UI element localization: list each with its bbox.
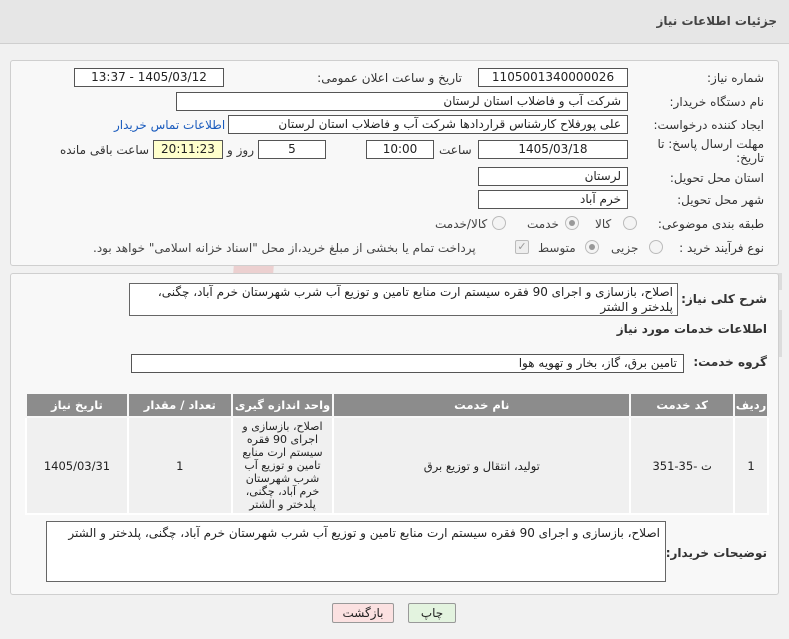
buyer-org-label: نام دستگاه خریدار: <box>669 95 765 109</box>
days-label: روز و <box>227 143 254 157</box>
table-header-row: ردیف کد خدمت نام خدمت واحد اندازه گیری ت… <box>25 392 769 418</box>
col-header-date: تاریخ نیاز <box>25 392 129 418</box>
category-radio-goods-service[interactable] <box>492 216 506 230</box>
cell-date: 1405/03/31 <box>25 416 129 515</box>
process-radio-minor[interactable] <box>649 240 663 254</box>
col-header-row-num: ردیف <box>733 392 769 418</box>
announce-datetime-field: 1405/03/12 - 13:37 <box>74 68 224 87</box>
cell-name: تولید، انتقال و توزیع برق <box>332 416 632 515</box>
city-field: خرم آباد <box>478 190 628 209</box>
cell-qty: 1 <box>126 416 233 515</box>
category-option-goods-service: کالا/خدمت <box>435 217 488 231</box>
col-header-unit: واحد اندازه گیری <box>230 392 335 418</box>
process-type-label: نوع فرآیند خرید : <box>679 241 764 255</box>
city-label: شهر محل تحویل: <box>677 193 764 207</box>
cell-code: ت -35-351 <box>629 416 736 515</box>
summary-textarea[interactable]: اصلاح، بازسازی و اجرای 90 فقره سیستم ارت… <box>129 283 678 316</box>
category-label: طبقه بندی موضوعی: <box>657 217 764 231</box>
process-option-minor: جزیی <box>611 241 639 255</box>
services-table-container: ردیف کد خدمت نام خدمت واحد اندازه گیری ت… <box>25 392 769 515</box>
deadline-time-label: ساعت <box>439 143 472 157</box>
province-field: لرستان <box>478 167 628 186</box>
process-option-medium: متوسط <box>538 241 576 255</box>
days-remaining-field: 5 <box>258 140 326 159</box>
page-title: جزئیات اطلاعات نیاز <box>656 14 777 28</box>
buyer-notes-textarea[interactable]: اصلاح، بازسازی و اجرای 90 فقره سیستم ارت… <box>46 521 666 582</box>
col-header-qty: تعداد / مقدار <box>126 392 233 418</box>
col-header-name: نام خدمت <box>332 392 632 418</box>
buyer-contact-link[interactable]: اطلاعات تماس خریدار <box>114 118 225 132</box>
deadline-label-date: تاریخ: <box>736 151 764 165</box>
deadline-date-field: 1405/03/18 <box>478 140 628 159</box>
need-number-field: 1105001340000026 <box>478 68 628 87</box>
col-header-code: کد خدمت <box>629 392 736 418</box>
remaining-time-label: ساعت باقی مانده <box>60 143 150 157</box>
creator-label: ایجاد کننده درخواست: <box>653 118 764 132</box>
service-group-label: گروه خدمت: <box>693 355 767 369</box>
summary-label: شرح کلی نیاز: <box>681 292 767 306</box>
remaining-time-field: 20:11:23 <box>153 140 223 159</box>
creator-field: علی پورفلاح کارشناس قراردادها شرکت آب و … <box>228 115 628 134</box>
back-button[interactable]: بازگشت <box>332 603 394 623</box>
category-radio-goods[interactable] <box>623 216 637 230</box>
need-info-panel <box>10 60 779 266</box>
page-header: جزئیات اطلاعات نیاز <box>0 0 789 44</box>
print-button[interactable]: چاپ <box>408 603 456 623</box>
need-number-label: شماره نیاز: <box>707 71 764 85</box>
category-option-service: خدمت <box>527 217 559 231</box>
deadline-label: مهلت ارسال پاسخ: تا <box>657 137 764 151</box>
buyer-org-field: شرکت آب و فاضلاب استان لرستان <box>176 92 628 111</box>
deadline-time-field: 10:00 <box>366 140 434 159</box>
cell-row-num: 1 <box>733 416 769 515</box>
treasury-payment-checkbox[interactable]: ✓ <box>515 240 529 254</box>
services-section-title: اطلاعات خدمات مورد نیاز <box>616 322 767 336</box>
services-table: ردیف کد خدمت نام خدمت واحد اندازه گیری ت… <box>25 392 769 515</box>
treasury-payment-note: پرداخت تمام یا بخشی از مبلغ خرید،از محل … <box>93 241 476 255</box>
announce-datetime-label: تاریخ و ساعت اعلان عمومی: <box>317 71 462 85</box>
service-group-field: تامین برق، گاز، بخار و تهویه هوا <box>131 354 684 373</box>
table-row: 1 ت -35-351 تولید، انتقال و توزیع برق اص… <box>25 416 769 515</box>
category-radio-service[interactable] <box>565 216 579 230</box>
process-radio-medium[interactable] <box>585 240 599 254</box>
buyer-notes-label: توضیحات خریدار: <box>665 546 767 560</box>
province-label: استان محل تحویل: <box>669 171 764 185</box>
category-option-goods: کالا <box>595 217 612 231</box>
cell-unit: اصلاح، بازسازی و اجرای 90 فقره سیستم ارت… <box>230 416 335 515</box>
